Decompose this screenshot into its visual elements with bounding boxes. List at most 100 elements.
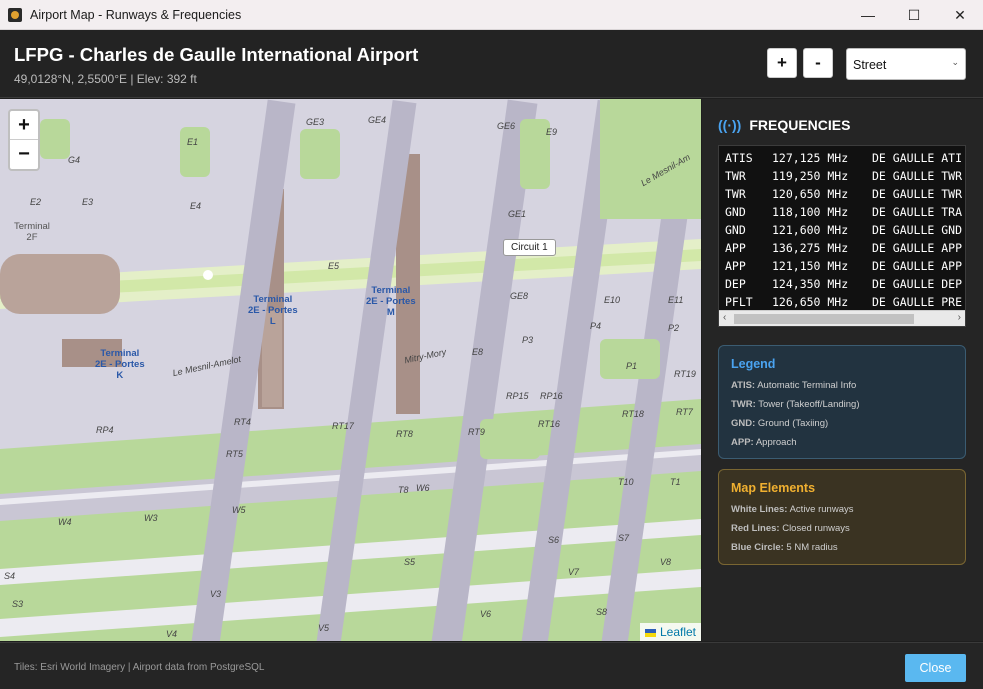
- legend-item: GND: Ground (Taxiing): [731, 418, 829, 429]
- freq-row: DEP 124,350 MHz DE GAULLE DEP: [719, 275, 965, 293]
- freq-name: DE GAULLE PRE: [872, 295, 963, 309]
- taxi-label: E10: [604, 295, 621, 305]
- close-button[interactable]: Close: [905, 654, 966, 682]
- freq-row: TWR 120,650 MHz DE GAULLE TWR: [719, 185, 965, 203]
- data-source-text: Tiles: Esri World Imagery | Airport data…: [14, 662, 265, 673]
- taxi-label: E8: [472, 347, 484, 357]
- taxi-label: RT8: [396, 429, 413, 439]
- taxi-label: P3: [522, 335, 534, 345]
- footer: Tiles: Esri World Imagery | Airport data…: [0, 642, 983, 689]
- freq-mhz: 121,150 MHz: [772, 259, 849, 273]
- freq-type: TWR: [725, 169, 746, 183]
- chevron-down-icon: ⌄: [951, 57, 959, 67]
- freq-type: GND: [725, 205, 746, 219]
- terminal-2f-label: Terminal 2F: [14, 221, 50, 243]
- taxi-label: P1: [626, 361, 638, 371]
- freq-row: TWR 119,250 MHz DE GAULLE TWR: [719, 167, 965, 185]
- map-view[interactable]: + − Terminal 2F Terminal 2E - Portes L T…: [0, 99, 701, 641]
- header-zoom-out-button[interactable]: -: [803, 48, 833, 78]
- freq-mhz: 127,125 MHz: [772, 151, 849, 165]
- minimize-button[interactable]: —: [845, 0, 891, 30]
- taxi-label: T8: [398, 485, 409, 495]
- freq-name: DE GAULLE DEP: [872, 277, 963, 291]
- horizontal-scrollbar[interactable]: ‹ ›: [719, 310, 965, 326]
- frequencies-list[interactable]: ATIS 127,125 MHz DE GAULLE ATI TWR 119,250 …: [718, 145, 966, 327]
- freq-mhz: 118,100 MHz: [772, 205, 849, 219]
- freq-mhz: 124,350 MHz: [772, 277, 849, 291]
- taxi-label: E1: [187, 137, 199, 147]
- freq-type: PFLT: [725, 295, 753, 309]
- freq-name: DE GAULLE GND: [872, 223, 963, 237]
- taxi-label: V5: [318, 623, 330, 633]
- taxi-label: RP16: [540, 391, 563, 401]
- scrollbar-thumb[interactable]: [734, 314, 914, 324]
- map-layer-select[interactable]: Street ⌄: [846, 48, 966, 80]
- header-zoom-in-button[interactable]: +: [767, 48, 797, 78]
- freq-type: DEP: [725, 277, 746, 291]
- map-layer-value: Street: [853, 58, 887, 72]
- freq-type: APP: [725, 259, 746, 273]
- taxi-label: E3: [82, 197, 94, 207]
- page-title: LFPG - Charles de Gaulle International A…: [14, 44, 419, 65]
- taxi-label: RT5: [226, 449, 243, 459]
- map-element-item: White Lines: Active runways: [731, 504, 854, 515]
- taxi-label: GE3: [306, 117, 325, 127]
- taxi-label: W6: [416, 483, 430, 493]
- taxi-label: RP15: [506, 391, 529, 401]
- map-zoom-in-button[interactable]: +: [10, 111, 38, 140]
- legend-card: Legend ATIS: Automatic Terminal Info TWR…: [718, 345, 966, 459]
- freq-type: GND: [725, 223, 746, 237]
- scroll-left-icon[interactable]: ‹: [723, 312, 726, 323]
- maximize-button[interactable]: ☐: [891, 0, 937, 30]
- taxi-label: T1: [670, 477, 681, 487]
- close-window-button[interactable]: ✕: [937, 0, 983, 30]
- radio-tower-icon: ((·)): [718, 117, 742, 133]
- map-zoom-out-button[interactable]: −: [10, 140, 38, 169]
- ukraine-flag-icon: [644, 628, 656, 637]
- taxi-label: GE8: [510, 291, 529, 301]
- legend-item: APP: Approach: [731, 437, 797, 448]
- airport-coordinates: 49,0128°N, 2,5500°E | Elev: 392 ft: [14, 72, 197, 86]
- taxi-label: RT4: [234, 417, 251, 427]
- map-zoom-control: + −: [8, 109, 40, 171]
- freq-name: DE GAULLE APP: [872, 241, 963, 255]
- freq-name: DE GAULLE TWR: [872, 169, 963, 183]
- taxi-label: V6: [480, 609, 492, 619]
- taxi-label: V3: [210, 589, 222, 599]
- taxi-label: W3: [144, 513, 158, 523]
- taxi-label: RT16: [538, 419, 560, 429]
- taxi-label: V4: [166, 629, 178, 639]
- map-attribution[interactable]: Leaflet: [639, 623, 701, 641]
- freq-type: ATIS: [725, 151, 753, 165]
- map-elements-title: Map Elements: [731, 481, 816, 495]
- freq-mhz: 126,650 MHz: [772, 295, 849, 309]
- taxi-label: P2: [668, 323, 680, 333]
- circuit-label: Circuit 1: [503, 239, 556, 256]
- freq-mhz: 136,275 MHz: [772, 241, 849, 255]
- freq-row: PFLT 126,650 MHz DE GAULLE PRE: [719, 293, 965, 311]
- legend-title: Legend: [731, 357, 776, 371]
- legend-item: ATIS: Automatic Terminal Info: [731, 380, 857, 391]
- header: LFPG - Charles de Gaulle International A…: [0, 30, 983, 98]
- taxi-label: E9: [546, 127, 558, 137]
- taxi-label: S3: [12, 599, 24, 609]
- terminal-l-label: Terminal 2E - Portes L: [248, 294, 298, 327]
- freq-row: GND 118,100 MHz DE GAULLE TRA: [719, 203, 965, 221]
- taxi-label: E5: [328, 261, 340, 271]
- map-elements-card: Map Elements White Lines: Active runways…: [718, 469, 966, 565]
- taxi-label: P4: [590, 321, 602, 331]
- title-bar: Airport Map - Runways & Frequencies — ☐ …: [0, 0, 983, 30]
- legend-item: TWR: Tower (Takeoff/Landing): [731, 399, 860, 410]
- freq-name: DE GAULLE ATI: [872, 151, 963, 165]
- freq-mhz: 120,650 MHz: [772, 187, 849, 201]
- freq-row: APP 121,150 MHz DE GAULLE APP: [719, 257, 965, 275]
- freq-row: APP 136,275 MHz DE GAULLE APP: [719, 239, 965, 257]
- freq-type: TWR: [725, 187, 746, 201]
- taxi-label: RT9: [468, 427, 485, 437]
- taxi-label: GE6: [497, 121, 516, 131]
- taxi-label: GE1: [508, 209, 527, 219]
- freq-name: DE GAULLE TRA: [872, 205, 963, 219]
- scroll-right-icon[interactable]: ›: [958, 312, 961, 323]
- freq-name: DE GAULLE APP: [872, 259, 963, 273]
- terminal-m-label: Terminal 2E - Portes M: [366, 285, 416, 318]
